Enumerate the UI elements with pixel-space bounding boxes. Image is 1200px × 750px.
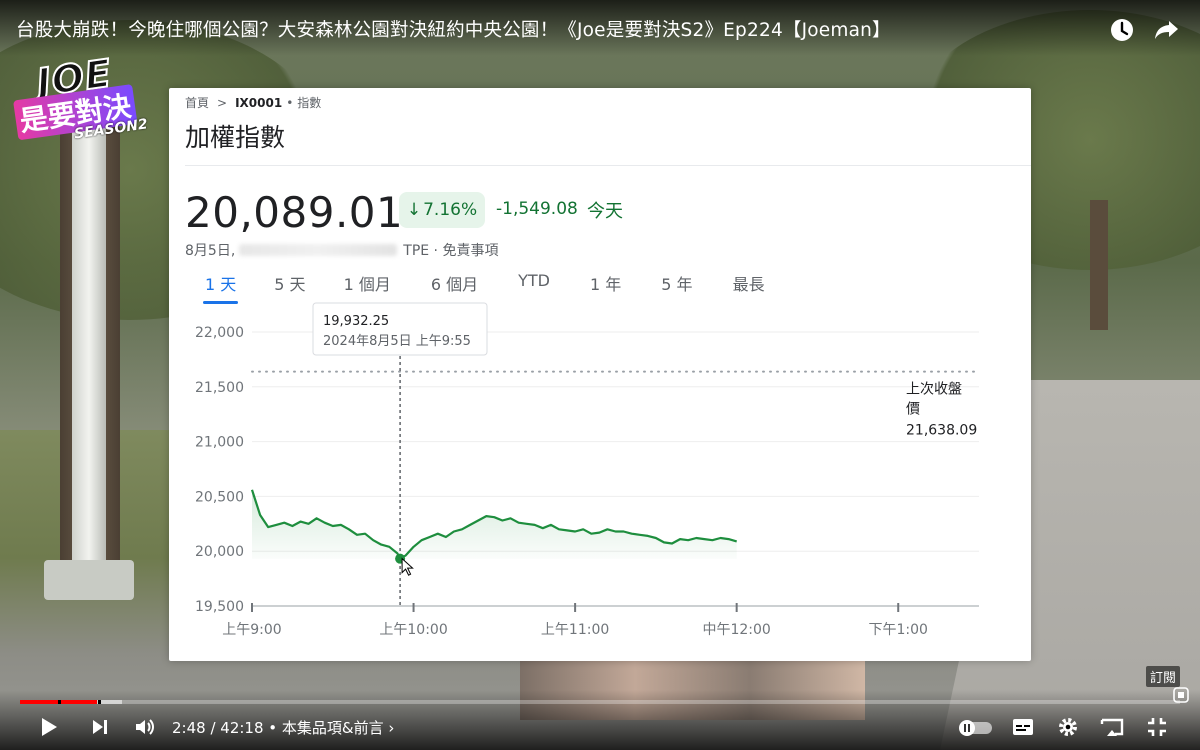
x-tick-label: 上午11:00 bbox=[541, 622, 609, 638]
stock-card: 首頁 > IX0001 • 指數 加權指數 20,089.01 ↓ 7.16% … bbox=[169, 88, 1031, 661]
clock-icon[interactable] bbox=[1108, 16, 1136, 44]
show-logo: JOE 是要對決 SEASON2 bbox=[8, 48, 149, 158]
next-icon[interactable] bbox=[90, 717, 110, 741]
time-display: 2:48 / 42:18 bbox=[172, 719, 264, 737]
previous-close-label: 價 bbox=[906, 401, 920, 418]
y-tick-label: 20,500 bbox=[195, 489, 244, 505]
tree-trunk bbox=[1090, 200, 1108, 330]
y-tick-label: 22,000 bbox=[195, 325, 244, 341]
volume-icon[interactable] bbox=[134, 716, 156, 742]
tooltip-value: 19,932.25 bbox=[323, 314, 389, 329]
x-tick-label: 下午1:00 bbox=[868, 622, 927, 638]
progress-track[interactable] bbox=[20, 700, 1180, 704]
price-chart[interactable]: 22,000 21,500 21,000 20,500 20,000 19,500 上午9:… bbox=[169, 88, 1031, 661]
series-area bbox=[252, 489, 737, 559]
subtitles-icon[interactable] bbox=[1012, 717, 1034, 741]
share-arrow-icon[interactable] bbox=[1153, 16, 1181, 44]
settings-gear-icon[interactable] bbox=[1057, 716, 1079, 742]
mouse-cursor-icon bbox=[401, 557, 414, 576]
cast-icon[interactable] bbox=[1099, 716, 1125, 742]
previous-close-value: 21,638.09 bbox=[906, 423, 977, 439]
video-top-bar: 台股大崩跌！今晚住哪個公園？大安森林公園對決紐約中央公園！《Joe是要對決S2》… bbox=[0, 0, 1200, 56]
tooltip-datetime: 2024年8月5日 上午9:55 bbox=[323, 334, 471, 349]
chapter-marker bbox=[58, 700, 61, 704]
subscribe-badge[interactable]: 訂閱 bbox=[1146, 666, 1181, 687]
y-tick-label: 21,000 bbox=[195, 435, 244, 451]
video-title[interactable]: 台股大崩跌！今晚住哪個公園？大安森林公園對決紐約中央公園！《Joe是要對決S2》… bbox=[16, 16, 891, 42]
chevron-right-icon[interactable]: › bbox=[388, 719, 394, 737]
chapter-title[interactable]: 本集品項&前言 bbox=[282, 719, 384, 737]
autoplay-toggle-icon[interactable] bbox=[958, 719, 994, 741]
screenshot-icon[interactable] bbox=[1172, 686, 1190, 708]
lamp-pole bbox=[72, 110, 106, 580]
exit-fullscreen-icon[interactable] bbox=[1146, 716, 1168, 742]
x-tick-label: 上午9:00 bbox=[222, 622, 281, 638]
y-tick-label: 20,000 bbox=[195, 544, 244, 560]
play-icon[interactable] bbox=[38, 716, 60, 742]
y-tick-label: 19,500 bbox=[195, 599, 244, 615]
previous-close-label: 上次收盤 bbox=[906, 382, 962, 398]
x-tick-label: 中午12:00 bbox=[702, 622, 770, 638]
chapter-marker bbox=[98, 700, 101, 704]
time-and-chapter: 2:48 / 42:18 • 本集品項&前言 › bbox=[172, 717, 394, 738]
y-tick-label: 21,500 bbox=[195, 380, 244, 396]
x-tick-label: 上午10:00 bbox=[379, 622, 447, 638]
separator-dot: • bbox=[268, 719, 282, 737]
lamp-pole-base bbox=[44, 560, 134, 600]
